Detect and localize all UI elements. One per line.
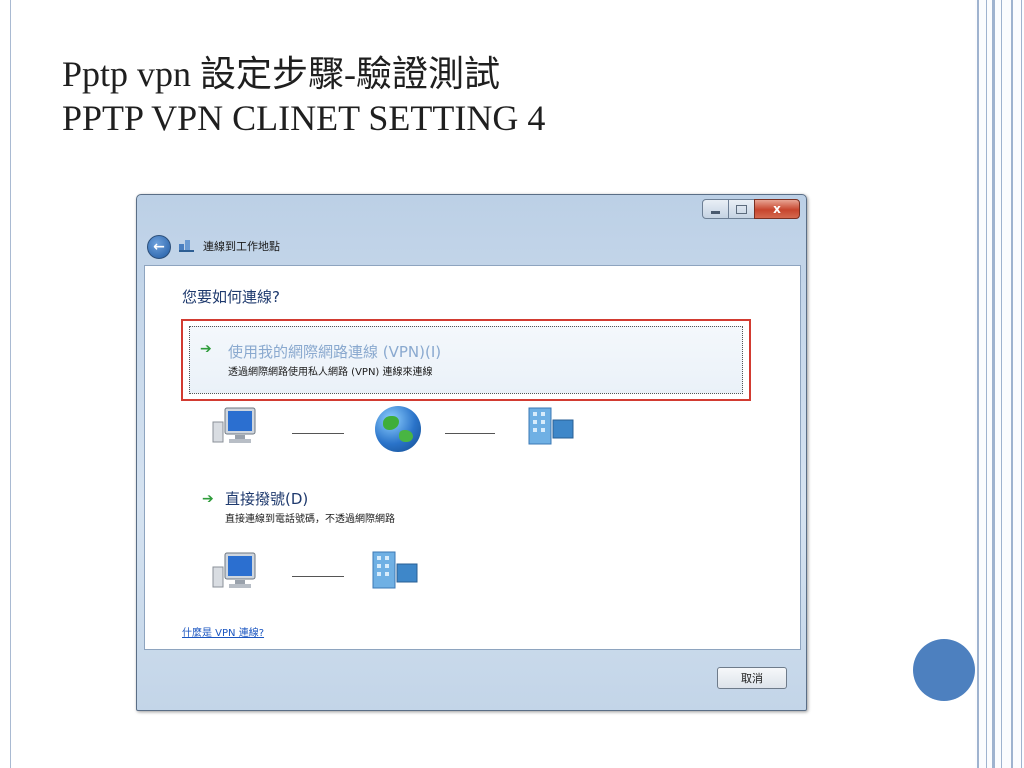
vpn-option-description: 透過網際網路使用私人網路 (VPN) 連線來連線 — [228, 367, 433, 378]
connection-line — [292, 433, 344, 434]
right-band-line — [986, 0, 987, 768]
back-button[interactable]: ← — [147, 235, 171, 259]
dial-option-description: 直接連線到電話號碼，不透過網際網路 — [225, 514, 395, 525]
window-title: 連線到工作地點 — [203, 240, 280, 253]
what-is-vpn-link[interactable]: 什麼是 VPN 連線? — [182, 624, 264, 639]
slide-title-line-2: PPTP VPN CLINET SETTING 4 — [62, 98, 546, 138]
connection-line — [445, 433, 495, 434]
right-band-line — [1001, 0, 1002, 768]
window-controls: x — [702, 199, 800, 219]
building-icon — [528, 407, 574, 445]
right-band-line — [977, 0, 979, 768]
right-band-line — [1021, 0, 1022, 768]
minimize-button[interactable] — [702, 199, 729, 219]
slide-title: Pptp vpn 設定步驟-驗證測試 PPTP VPN CLINET SETTI… — [62, 52, 545, 140]
globe-land — [383, 416, 399, 430]
cancel-button[interactable]: 取消 — [717, 667, 787, 689]
globe-land — [399, 430, 413, 442]
right-band-line — [1011, 0, 1013, 768]
computer-icon — [212, 407, 256, 443]
building-icon — [372, 551, 418, 589]
vpn-option[interactable]: ➔ 使用我的網際網路連線 (VPN)(I) 透過網際網路使用私人網路 (VPN)… — [189, 326, 743, 394]
vpn-option-highlight[interactable]: ➔ 使用我的網際網路連線 (VPN)(I) 透過網際網路使用私人網路 (VPN)… — [181, 319, 751, 401]
back-arrow-icon: ← — [153, 239, 165, 255]
slide-title-line-1: Pptp vpn 設定步驟-驗證測試 — [62, 54, 501, 94]
globe-icon — [375, 406, 421, 452]
vpn-option-title: 使用我的網際網路連線 (VPN)(I) — [228, 343, 442, 361]
dial-option-title[interactable]: 直接撥號(D) — [225, 488, 308, 509]
maximize-button[interactable] — [728, 199, 755, 219]
right-band-line — [992, 0, 995, 768]
network-connection-icon — [179, 240, 194, 252]
maximize-icon — [736, 204, 747, 214]
green-arrow-icon: ➔ — [200, 341, 212, 357]
slide-left-rule — [10, 0, 11, 768]
close-button[interactable]: x — [754, 199, 800, 219]
connect-to-workplace-dialog: x ← 連線到工作地點 您要如何連線? ➔ 使用我的網際網路連線 (VPN)(I… — [136, 194, 807, 711]
decorative-circle — [913, 639, 975, 701]
green-arrow-icon: ➔ — [202, 491, 214, 507]
dialog-titlebar[interactable]: x ← 連線到工作地點 — [137, 195, 806, 265]
minimize-icon — [711, 210, 720, 214]
close-icon: x — [773, 202, 781, 216]
computer-icon — [212, 552, 256, 588]
connection-question: 您要如何連線? — [182, 288, 280, 306]
dialog-content: 您要如何連線? ➔ 使用我的網際網路連線 (VPN)(I) 透過網際網路使用私人… — [144, 265, 801, 650]
slide-right-band — [975, 0, 1024, 768]
connection-line — [292, 576, 344, 577]
